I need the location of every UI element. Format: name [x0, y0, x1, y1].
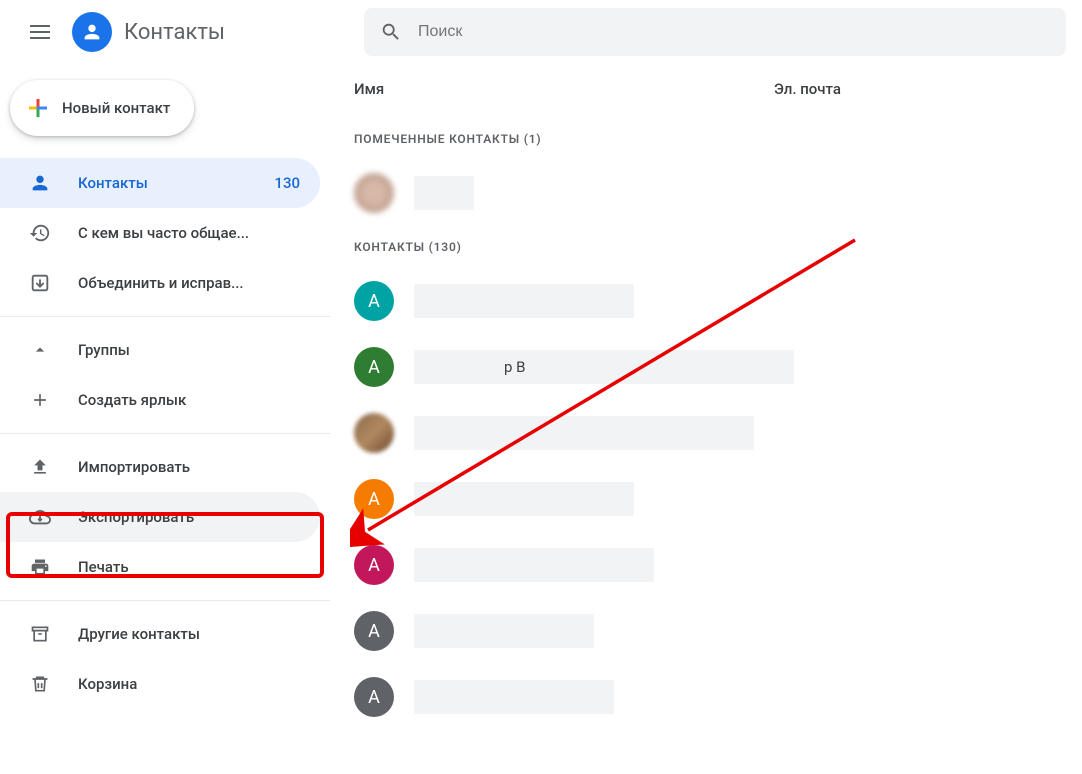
app-title: Контакты [124, 20, 225, 45]
sidebar-item-label: Печать [78, 558, 300, 576]
search-input[interactable] [418, 23, 1050, 41]
print-icon [28, 555, 52, 579]
contact-name-redacted [414, 284, 634, 318]
contact-name-redacted [414, 416, 754, 450]
avatar: А [354, 479, 394, 519]
search-bar[interactable] [364, 8, 1066, 56]
sidebar-item-groups[interactable]: Группы [0, 325, 320, 375]
contact-row[interactable]: А [330, 532, 1082, 598]
starred-section-title: ПОМЕЧЕННЫЕ КОНТАКТЫ (1) [330, 118, 1082, 160]
contact-row[interactable]: А [330, 598, 1082, 664]
contact-row[interactable]: Ар В [330, 334, 1082, 400]
sidebar-item-label: Импортировать [78, 458, 300, 476]
contact-name-redacted [414, 614, 594, 648]
avatar: А [354, 677, 394, 717]
contact-row[interactable]: А [330, 664, 1082, 730]
column-email-header: Эл. почта [774, 80, 841, 98]
merge-fix-icon [28, 271, 52, 295]
sidebar-item-merge[interactable]: Объединить и исправ... [0, 258, 320, 308]
avatar: А [354, 545, 394, 585]
contact-row[interactable]: А [330, 466, 1082, 532]
sidebar-item-trash[interactable]: Корзина [0, 659, 320, 709]
sidebar-item-count: 130 [274, 174, 300, 192]
nav-section-main: Контакты 130 С кем вы часто общае... Объ… [0, 158, 330, 308]
contact-row[interactable] [330, 160, 1082, 226]
app-logo [72, 12, 112, 52]
sidebar-item-label: Объединить и исправ... [78, 274, 300, 292]
search-icon [380, 21, 402, 43]
sidebar-item-other-contacts[interactable]: Другие контакты [0, 609, 320, 659]
sidebar-item-label: С кем вы часто общае... [78, 224, 300, 242]
sidebar-item-label: Другие контакты [78, 625, 300, 643]
header-left: Контакты [16, 8, 356, 56]
contacts-section-title: КОНТАКТЫ (130) [330, 226, 1082, 268]
menu-icon [30, 31, 50, 33]
contact-name-redacted [414, 548, 654, 582]
sidebar: Новый контакт Контакты 130 С кем вы част… [0, 64, 330, 774]
upload-icon [28, 455, 52, 479]
app-header: Контакты [0, 0, 1082, 64]
sidebar-item-label: Экспортировать [78, 508, 300, 526]
create-label: Новый контакт [62, 99, 170, 117]
contact-name-redacted [414, 176, 474, 210]
sidebar-item-export[interactable]: Экспортировать [0, 492, 320, 542]
contact-name-redacted [414, 680, 614, 714]
plus-icon [28, 388, 52, 412]
person-outline-icon [28, 171, 52, 195]
avatar: А [354, 347, 394, 387]
sidebar-item-import[interactable]: Импортировать [0, 442, 320, 492]
plus-multicolor-icon [26, 96, 50, 120]
sidebar-item-label: Корзина [78, 675, 300, 693]
create-contact-button[interactable]: Новый контакт [10, 80, 194, 136]
avatar: А [354, 281, 394, 321]
divider [0, 600, 330, 601]
person-icon [81, 21, 103, 43]
contact-row[interactable]: А [330, 268, 1082, 334]
divider [0, 316, 330, 317]
column-name-header: Имя [354, 80, 774, 98]
trash-icon [28, 672, 52, 696]
contacts-list: ААр ВАААА [330, 268, 1082, 730]
sidebar-item-label: Создать ярлык [78, 391, 300, 409]
contact-name-redacted [414, 482, 634, 516]
history-icon [28, 221, 52, 245]
sidebar-item-label: Контакты [78, 174, 274, 192]
contact-name-redacted: р В [414, 350, 794, 384]
divider [0, 433, 330, 434]
content-header: Имя Эл. почта [330, 80, 1082, 118]
sidebar-item-frequent[interactable]: С кем вы часто общае... [0, 208, 320, 258]
archive-icon [28, 622, 52, 646]
main-area: Новый контакт Контакты 130 С кем вы част… [0, 64, 1082, 774]
chevron-up-icon [28, 338, 52, 362]
main-menu-button[interactable] [16, 8, 64, 56]
avatar: А [354, 611, 394, 651]
contact-row[interactable] [330, 400, 1082, 466]
sidebar-item-label: Группы [78, 341, 300, 359]
avatar [354, 173, 394, 213]
cloud-download-icon [28, 505, 52, 529]
sidebar-item-print[interactable]: Печать [0, 542, 320, 592]
avatar [354, 413, 394, 453]
sidebar-item-create-label[interactable]: Создать ярлык [0, 375, 320, 425]
content-area: Имя Эл. почта ПОМЕЧЕННЫЕ КОНТАКТЫ (1) КО… [330, 64, 1082, 774]
sidebar-item-contacts[interactable]: Контакты 130 [0, 158, 320, 208]
